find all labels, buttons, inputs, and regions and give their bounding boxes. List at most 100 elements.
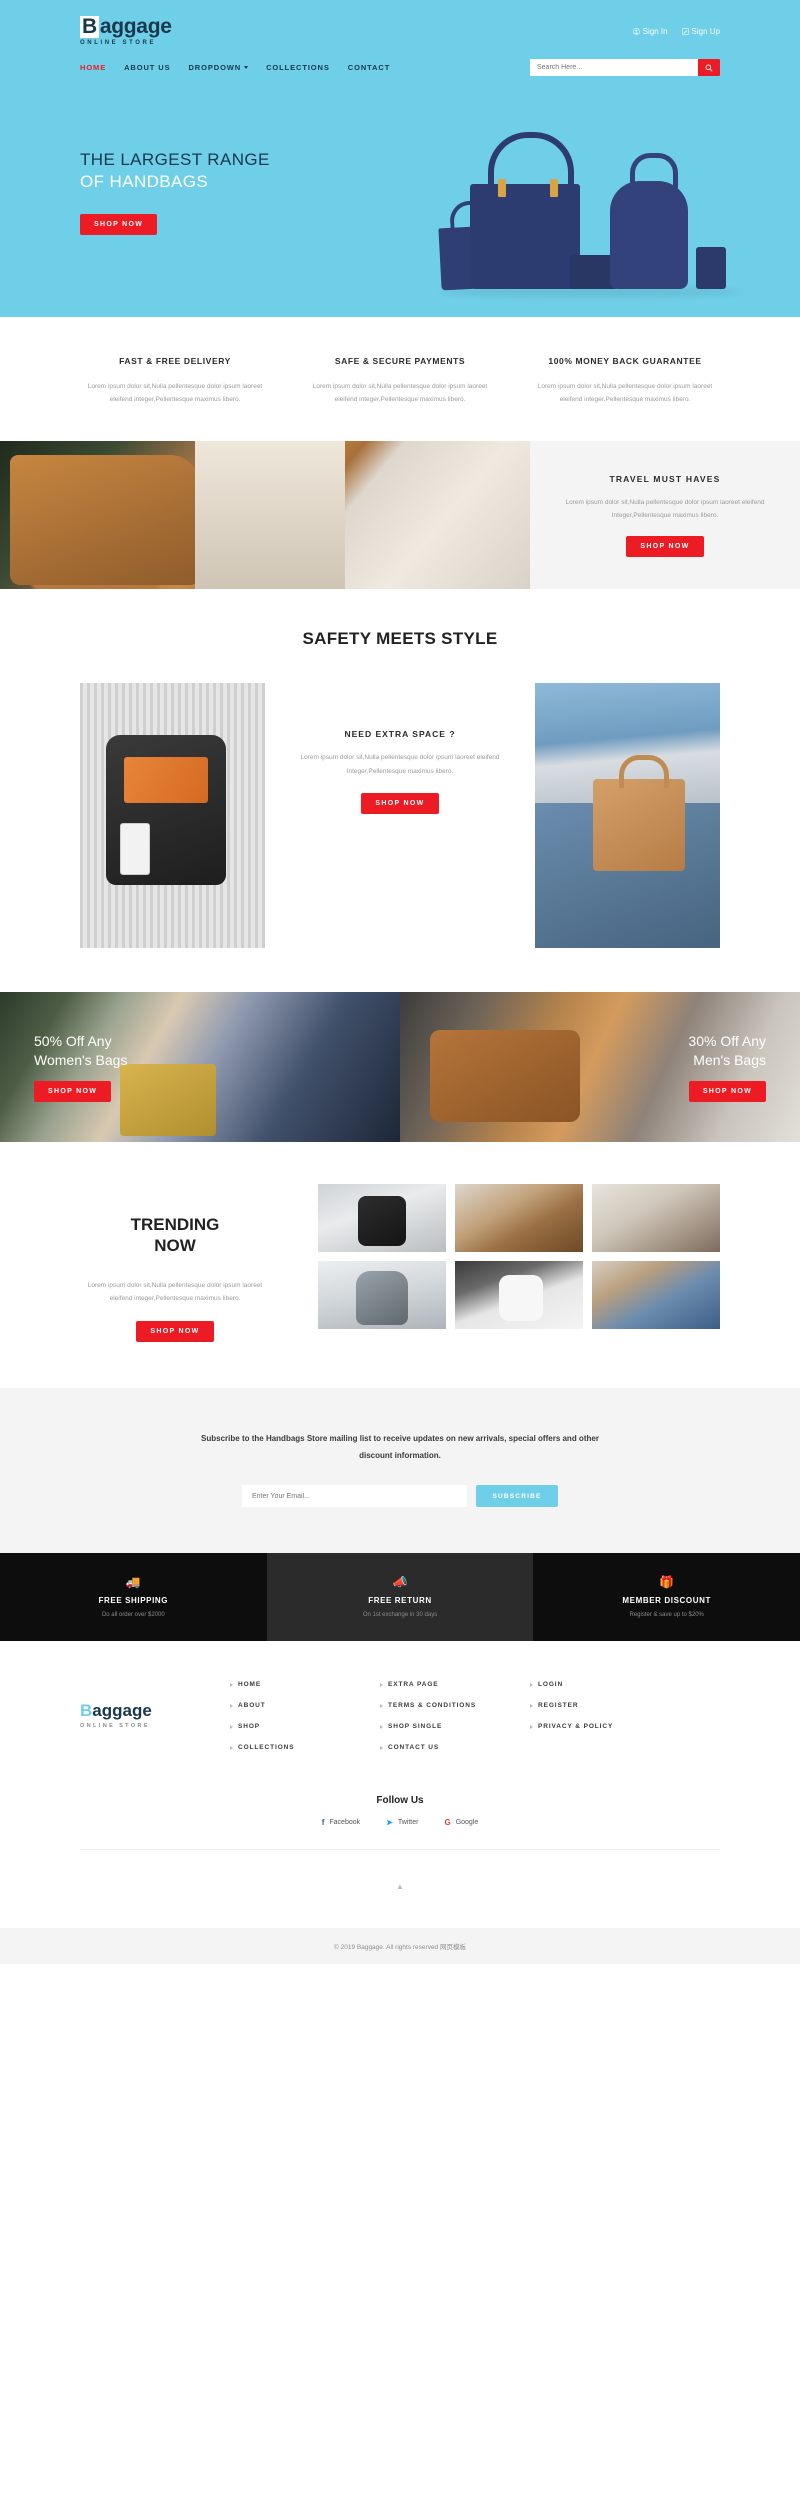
sign-up-link[interactable]: Sign Up [681, 26, 720, 36]
newsletter-subscribe-button[interactable]: SUBSCRIBE [476, 1485, 558, 1507]
footer-column-2: EXTRA PAGE TERMS & CONDITIONS SHOP SINGL… [380, 1681, 530, 1765]
footer-link-terms[interactable]: TERMS & CONDITIONS [380, 1702, 530, 1709]
footer-link-about[interactable]: ABOUT [230, 1702, 380, 1709]
follow-us-title: Follow Us [376, 1795, 424, 1806]
footer-column-1: HOME ABOUT SHOP COLLECTIONS [230, 1681, 380, 1765]
travel-photo [0, 441, 530, 590]
sign-up-label: Sign Up [691, 26, 720, 36]
service-free-return: 📣 FREE RETURN On 1st exchange in 30 days [266, 1553, 534, 1641]
megaphone-icon: 📣 [392, 1575, 408, 1589]
footer-link-contact-us[interactable]: CONTACT US [380, 1744, 530, 1751]
nav-item-about-us[interactable]: ABOUT US [124, 63, 170, 72]
promo-women-shop-now-button[interactable]: SHOP NOW [34, 1081, 112, 1103]
feature-body: Lorem ipsum dolor sit,Nulla pellentesque… [312, 382, 488, 404]
social-link-google[interactable]: G Google [444, 1818, 478, 1827]
gift-icon: 🎁 [659, 1575, 675, 1589]
chevron-right-icon [230, 1703, 233, 1708]
facebook-icon: f [321, 1818, 325, 1827]
footer-link-columns: HOME ABOUT SHOP COLLECTIONS EXTRA PAGE T… [230, 1681, 720, 1765]
back-to-top-button[interactable]: ▲ [80, 1850, 720, 1928]
follow-us-section: Follow Us f Facebook ➤ Twitter G Google [80, 1795, 720, 1827]
footer-link-register[interactable]: REGISTER [530, 1702, 680, 1709]
footer-column-3: LOGIN REGISTER PRIVACY & POLICY [530, 1681, 680, 1765]
site-footer: Baggage ONLINE STORE HOME ABOUT SHOP COL… [0, 1641, 800, 1964]
footer-logo-tagline: ONLINE STORE [80, 1723, 150, 1729]
feature-body: Lorem ipsum dolor sit,Nulla pellentesque… [87, 382, 263, 404]
footer-link-extra-page[interactable]: EXTRA PAGE [380, 1681, 530, 1688]
trending-thumb-black-backpack[interactable] [318, 1184, 446, 1253]
need-extra-space-card: NEED EXTRA SPACE ? Lorem ipsum dolor sit… [295, 683, 505, 815]
hero-shop-now-button[interactable]: SHOP NOW [80, 214, 158, 235]
twitter-icon: ➤ [386, 1818, 393, 1827]
site-header: Baggage ONLINE STORE Sign In Sign Up HOM… [0, 0, 800, 317]
trending-thumb-tan-duffel[interactable] [455, 1184, 583, 1253]
search-box [530, 58, 720, 76]
trending-thumb-leather-handbag[interactable] [592, 1184, 720, 1253]
travel-shop-now-button[interactable]: SHOP NOW [626, 535, 704, 557]
feature-title: 100% MONEY BACK GUARANTEE [548, 356, 702, 366]
bag-wallet [696, 247, 726, 289]
footer-link-shop[interactable]: SHOP [230, 1723, 380, 1730]
footer-link-collections[interactable]: COLLECTIONS [230, 1744, 380, 1751]
trending-shop-now-button[interactable]: SHOP NOW [136, 1320, 214, 1342]
safety-left-photo [80, 683, 265, 949]
newsletter-email-input[interactable] [242, 1485, 467, 1507]
footer-link-label: ABOUT [238, 1702, 266, 1709]
social-link-facebook[interactable]: f Facebook [322, 1818, 360, 1827]
nav-item-dropdown[interactable]: DROPDOWN [188, 63, 249, 72]
chevron-right-icon [230, 1682, 233, 1687]
bag-hardware [550, 179, 558, 197]
chevron-right-icon [380, 1745, 383, 1750]
social-label: Twitter [397, 1819, 419, 1826]
hero-banner: THE LARGEST RANGE OF HANDBAGS SHOP NOW [0, 82, 800, 317]
logo-rest: aggage [99, 15, 172, 38]
safety-section-title: SAFETY MEETS STYLE [302, 629, 498, 649]
need-extra-space-title: NEED EXTRA SPACE ? [344, 729, 456, 740]
footer-link-shop-single[interactable]: SHOP SINGLE [380, 1723, 530, 1730]
social-link-twitter[interactable]: ➤ Twitter [386, 1818, 418, 1827]
promo-banner-women[interactable]: 50% Off Any Women's Bags SHOP NOW [0, 992, 400, 1143]
footer-link-login[interactable]: LOGIN [530, 1681, 680, 1688]
nav-item-contact[interactable]: CONTACT [348, 63, 390, 72]
chevron-down-icon [244, 65, 249, 69]
sign-in-link[interactable]: Sign In [632, 27, 668, 36]
promo-line2: Men's Bags [693, 1051, 766, 1068]
site-logo[interactable]: Baggage ONLINE STORE [80, 16, 172, 46]
promo-men-shop-now-button[interactable]: SHOP NOW [688, 1081, 766, 1103]
promo-banner-men[interactable]: 30% Off Any Men's Bags SHOP NOW [400, 992, 800, 1143]
service-subtitle: On 1st exchange in 30 days [362, 1612, 438, 1618]
footer-link-privacy-policy[interactable]: PRIVACY & POLICY [530, 1723, 680, 1730]
service-subtitle: Register & save up to $20% [629, 1612, 704, 1618]
nav-item-collections[interactable]: COLLECTIONS [266, 63, 330, 72]
footer-link-label: SHOP SINGLE [388, 1723, 443, 1730]
service-subtitle: Do all order over $2000 [101, 1612, 165, 1618]
feature-title: SAFE & SECURE PAYMENTS [334, 356, 466, 366]
trending-thumb-grey-backpack[interactable] [318, 1261, 446, 1330]
trending-text-block: TRENDING NOW Lorem ipsum dolor sit,Nulla… [80, 1184, 270, 1342]
trending-title-line2: NOW [154, 1236, 196, 1256]
nav-item-home[interactable]: HOME [80, 63, 106, 72]
footer-link-label: COLLECTIONS [238, 1744, 295, 1751]
hero-headline-line1: THE LARGEST RANGE [80, 150, 270, 169]
nav-label: CONTACT [347, 62, 391, 72]
trending-thumb-white-bag[interactable] [455, 1261, 583, 1330]
footer-link-label: HOME [238, 1681, 262, 1688]
service-title: MEMBER DISCOUNT [622, 1596, 711, 1605]
footer-link-home[interactable]: HOME [230, 1681, 380, 1688]
search-input[interactable] [530, 63, 698, 71]
need-extra-space-body: Lorem ipsum dolor sit,Nulla pellentesque… [300, 754, 500, 775]
footer-logo-initial: B [80, 1701, 93, 1720]
footer-logo-rest: aggage [92, 1701, 152, 1720]
social-label: Facebook [329, 1819, 361, 1826]
bag-hardware [498, 179, 506, 197]
promo-line2: Women's Bags [34, 1051, 128, 1068]
safety-shop-now-button[interactable]: SHOP NOW [361, 793, 439, 815]
footer-logo[interactable]: Baggage ONLINE STORE [80, 1681, 230, 1729]
promo-line1: 50% Off Any [34, 1032, 112, 1049]
chevron-right-icon [380, 1682, 383, 1687]
hero-headline-line2: OF HANDBAGS [80, 172, 209, 191]
safety-right-photo [535, 683, 720, 949]
search-button[interactable] [698, 58, 720, 76]
search-icon [705, 60, 713, 75]
trending-thumb-denim-bag[interactable] [592, 1261, 720, 1330]
